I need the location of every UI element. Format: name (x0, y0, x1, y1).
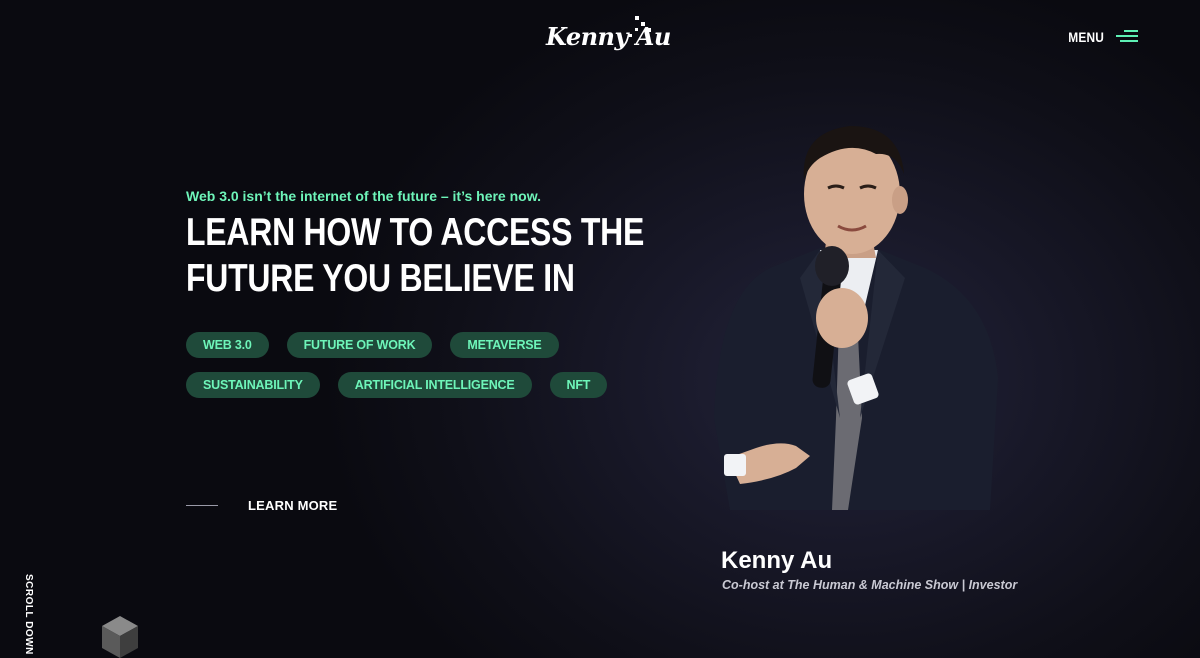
learn-more-link[interactable]: LEARN MORE (186, 498, 337, 513)
menu-label: MENU (1068, 29, 1104, 45)
profile-role: Co-host at The Human & Machine Show | In… (722, 578, 1018, 592)
site-logo[interactable]: Kenny Au (546, 16, 671, 58)
menu-icon (1116, 30, 1138, 44)
hero-kicker: Web 3.0 isn’t the internet of the future… (186, 188, 541, 204)
menu-button[interactable]: MENU (1062, 29, 1138, 45)
headline-line-1: LEARN HOW TO ACCESS THE (186, 211, 645, 254)
headline-line-2: FUTURE YOU BELIEVE IN (186, 257, 575, 300)
hero-headline: LEARN HOW TO ACCESS THE FUTURE YOU BELIE… (186, 210, 645, 302)
cube-icon (102, 616, 138, 658)
tag-sustainability[interactable]: SUSTAINABILITY (186, 372, 320, 398)
tag-web3[interactable]: WEB 3.0 (186, 332, 269, 358)
learn-more-line (186, 505, 218, 506)
learn-more-label: LEARN MORE (248, 498, 338, 513)
profile-name: Kenny Au (721, 547, 833, 574)
logo-text: Kenny Au (546, 22, 671, 51)
scroll-down-link[interactable]: SCROLL DOWN (23, 574, 34, 655)
tag-future-of-work[interactable]: FUTURE OF WORK (286, 332, 433, 358)
topic-tags: WEB 3.0 FUTURE OF WORK METAVERSE SUSTAIN… (186, 332, 608, 412)
tag-row-1: WEB 3.0 FUTURE OF WORK METAVERSE (186, 332, 606, 358)
tag-metaverse[interactable]: METAVERSE (450, 332, 559, 358)
tag-artificial-intelligence[interactable]: ARTIFICIAL INTELLIGENCE (337, 372, 532, 398)
tag-nft[interactable]: NFT (549, 372, 608, 398)
hero-page: Kenny Au MENU Web 3.0 isn’t the internet… (0, 0, 1200, 658)
portrait-image (714, 126, 998, 510)
tag-row-2: SUSTAINABILITY ARTIFICIAL INTELLIGENCE N… (186, 372, 608, 398)
